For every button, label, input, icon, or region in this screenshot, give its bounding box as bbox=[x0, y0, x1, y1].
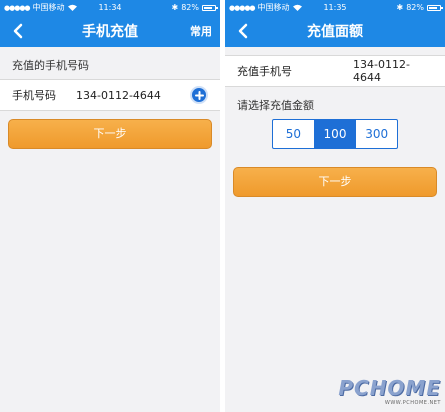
chevron-left-icon bbox=[13, 23, 23, 39]
status-time: 11:35 bbox=[323, 3, 347, 12]
back-button[interactable] bbox=[233, 21, 253, 41]
section-label: 充值的手机号码 bbox=[12, 59, 89, 72]
frequent-contacts-button[interactable]: 常用 bbox=[190, 23, 212, 39]
status-time: 11:34 bbox=[98, 3, 122, 12]
plus-icon bbox=[194, 90, 204, 100]
battery-level bbox=[429, 6, 438, 9]
watermark-logo: PCHOME bbox=[338, 376, 441, 400]
phone-recharge-screen: ●●●●● 中国移动 11:34 ✱ 82% 手机充值 常用 充值的手机号码 手… bbox=[0, 0, 220, 412]
page-title: 手机充值 bbox=[82, 24, 138, 40]
phone-label: 充值手机号 bbox=[237, 65, 292, 78]
add-contact-button[interactable] bbox=[190, 86, 208, 104]
nav-bar: 充值面额 bbox=[225, 15, 445, 47]
battery-icon bbox=[202, 4, 218, 11]
page-title: 充值面额 bbox=[307, 24, 363, 40]
phone-number-row: 充值手机号 134-0112-4644 bbox=[225, 55, 445, 87]
watermark-url: WWW.PCHOME.NET bbox=[384, 400, 441, 406]
amount-option-300[interactable]: 300 bbox=[356, 120, 397, 148]
amount-option-100[interactable]: 100 bbox=[314, 120, 357, 148]
phone-label: 手机号码 bbox=[12, 89, 56, 102]
amount-selector: 50 100 300 bbox=[272, 119, 398, 149]
phone-number-input[interactable]: 134-0112-4644 bbox=[76, 89, 190, 102]
battery-icon bbox=[427, 4, 443, 11]
status-bar: ●●●●● 中国移动 11:35 ✱ 82% bbox=[225, 0, 445, 15]
status-bar: ●●●●● 中国移动 11:34 ✱ 82% bbox=[0, 0, 220, 15]
next-step-button[interactable]: 下一步 bbox=[233, 167, 437, 197]
next-step-button[interactable]: 下一步 bbox=[8, 119, 212, 149]
battery-level bbox=[204, 6, 213, 9]
phone-number-row: 手机号码 134-0112-4644 bbox=[0, 79, 220, 111]
recharge-amount-screen: ●●●●● 中国移动 11:35 ✱ 82% 充值面额 充值手机号 134-01… bbox=[225, 0, 445, 412]
amount-label: 请选择充值金额 bbox=[237, 99, 314, 112]
watermark: PCHOME WWW.PCHOME.NET bbox=[338, 376, 441, 406]
nav-bar: 手机充值 常用 bbox=[0, 15, 220, 47]
chevron-left-icon bbox=[238, 23, 248, 39]
phone-number-value: 134-0112-4644 bbox=[353, 58, 410, 84]
amount-option-50[interactable]: 50 bbox=[273, 120, 315, 148]
back-button[interactable] bbox=[8, 21, 28, 41]
